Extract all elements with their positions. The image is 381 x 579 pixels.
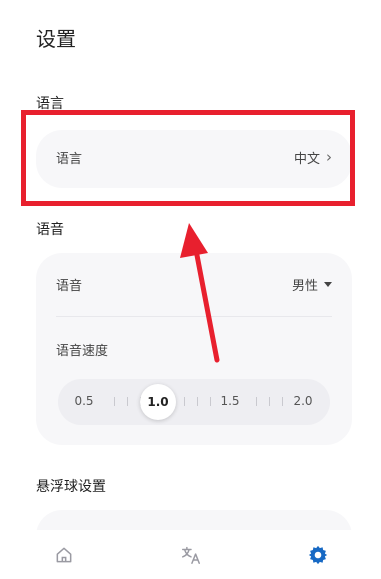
tab-translate[interactable] — [161, 535, 221, 575]
home-icon — [56, 547, 71, 562]
translate-icon — [181, 546, 200, 564]
tab-settings[interactable] — [288, 535, 348, 575]
annotation-arrow — [180, 223, 220, 363]
gear-icon — [308, 545, 327, 564]
tab-home[interactable] — [34, 535, 94, 575]
bottom-tab-bar — [0, 530, 381, 579]
